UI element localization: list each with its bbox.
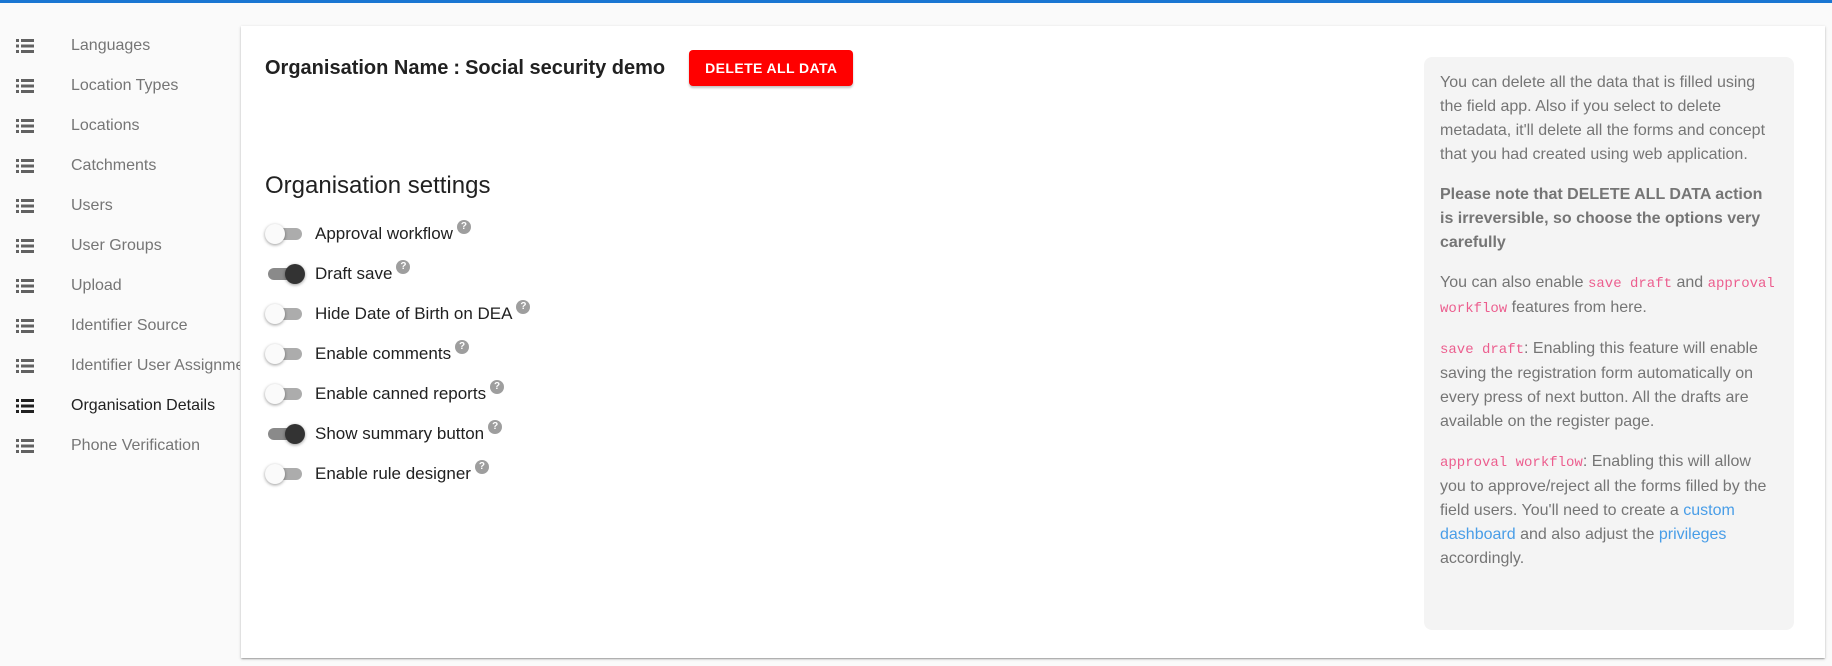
sidebar-item-label: Identifier User Assignment <box>71 357 240 374</box>
setting-approval-workflow: Approval workflow ? <box>265 214 530 254</box>
list-icon <box>16 359 34 373</box>
sidebar-item-label: Catchments <box>71 157 157 174</box>
help-circle-icon[interactable]: ? <box>490 380 505 394</box>
code-save-draft: save draft <box>1587 276 1672 292</box>
sidebar-item-label: Identifier Source <box>71 317 188 334</box>
setting-label: Enable comments <box>315 344 452 363</box>
help-panel: You can delete all the data that is fill… <box>1424 57 1794 630</box>
sidebar-item-location-types[interactable]: Location Types <box>0 66 240 106</box>
list-icon <box>16 439 34 453</box>
sidebar-item-languages[interactable]: Languages <box>0 26 240 66</box>
organisation-name-separator: : <box>453 56 461 79</box>
code-save-draft: save draft <box>1440 342 1525 358</box>
help-paragraph-warning: Please note that DELETE ALL DATA action … <box>1440 186 1763 251</box>
help-circle-icon[interactable]: ? <box>396 260 411 274</box>
setting-enable-rule-designer: Enable rule designer ? <box>265 454 530 494</box>
sidebar-item-label: Location Types <box>71 77 179 94</box>
help-circle-icon[interactable]: ? <box>488 420 503 434</box>
setting-hide-dob-on-dea: Hide Date of Birth on DEA ? <box>265 294 531 334</box>
list-icon <box>16 79 34 93</box>
approval-workflow-toggle[interactable] <box>265 221 305 247</box>
sidebar-item-identifier-source[interactable]: Identifier Source <box>0 306 240 346</box>
organisation-name-value: Social security demo <box>465 56 666 79</box>
show-summary-button-toggle[interactable] <box>265 421 305 447</box>
setting-label: Enable canned reports <box>315 384 487 403</box>
setting-label: Enable rule designer <box>315 464 471 483</box>
help-circle-icon[interactable]: ? <box>456 220 471 234</box>
hide-dob-toggle[interactable] <box>265 301 305 327</box>
sidebar-item-label: Phone Verification <box>71 437 200 454</box>
setting-label: Hide Date of Birth on DEA <box>315 304 513 323</box>
organisation-details-card: Organisation Name: Social security demo D… <box>241 26 1825 658</box>
enable-rule-designer-toggle[interactable] <box>265 461 305 487</box>
list-icon <box>16 239 34 253</box>
sidebar-item-label: Languages <box>71 37 151 54</box>
list-icon <box>16 279 34 293</box>
sidebar-item-locations[interactable]: Locations <box>0 106 240 146</box>
sidebar-item-label: Locations <box>71 117 140 134</box>
sidebar-item-label: Users <box>71 197 113 214</box>
help-text: and also adjust the <box>1515 526 1659 543</box>
list-icon <box>16 399 34 413</box>
sidebar-item-label: Upload <box>71 277 122 294</box>
organisation-name-title: Organisation Name: Social security demo <box>265 57 665 80</box>
sidebar-item-users[interactable]: Users <box>0 186 240 226</box>
enable-comments-toggle[interactable] <box>265 341 305 367</box>
code-approval-workflow: approval workflow <box>1440 455 1583 471</box>
setting-show-summary-button: Show summary button ? <box>265 414 530 454</box>
sidebar-item-user-groups[interactable]: User Groups <box>0 226 240 266</box>
settings-title: Organisation settings <box>265 172 491 199</box>
sidebar: Languages Location Types Locations Catch… <box>0 26 240 466</box>
help-circle-icon[interactable]: ? <box>516 300 531 314</box>
list-icon <box>16 159 34 173</box>
help-paragraph-features: You can also enable save draft and appro… <box>1440 271 1778 321</box>
organisation-name-label: Organisation Name <box>265 56 449 79</box>
help-text: features from here. <box>1507 299 1647 316</box>
setting-label: Draft save <box>315 264 393 283</box>
help-text: You can also enable <box>1440 274 1588 291</box>
organisation-header: Organisation Name: Social security demo D… <box>265 50 854 86</box>
list-icon <box>16 119 34 133</box>
help-text: accordingly. <box>1440 550 1525 567</box>
sidebar-item-label: Organisation Details <box>71 397 216 414</box>
list-icon <box>16 319 34 333</box>
draft-save-toggle[interactable] <box>265 261 305 287</box>
enable-canned-reports-toggle[interactable] <box>265 381 305 407</box>
sidebar-item-catchments[interactable]: Catchments <box>0 146 240 186</box>
privileges-link[interactable]: privileges <box>1659 526 1727 543</box>
setting-enable-comments: Enable comments ? <box>265 334 530 374</box>
help-circle-icon[interactable]: ? <box>474 460 489 474</box>
list-icon <box>16 39 34 53</box>
list-icon <box>16 199 34 213</box>
delete-all-data-button[interactable]: DELETE ALL DATA <box>689 50 854 86</box>
setting-label: Approval workflow <box>315 224 453 243</box>
sidebar-item-upload[interactable]: Upload <box>0 266 240 306</box>
settings-list: Approval workflow ? Draft save ? Hide Da… <box>265 214 531 494</box>
setting-label: Show summary button <box>315 424 485 443</box>
help-paragraph-delete: You can delete all the data that is fill… <box>1440 74 1766 163</box>
setting-enable-canned-reports: Enable canned reports ? <box>265 374 530 414</box>
top-accent-bar <box>0 0 1832 3</box>
sidebar-item-phone-verification[interactable]: Phone Verification <box>0 426 240 466</box>
help-text: and <box>1672 274 1708 291</box>
help-paragraph-approval-workflow: approval workflow: Enabling this will al… <box>1440 450 1778 571</box>
sidebar-item-label: User Groups <box>71 237 162 254</box>
sidebar-item-identifier-user-assignment[interactable]: Identifier User Assignment <box>0 346 240 386</box>
help-paragraph-save-draft: save draft: Enabling this feature will e… <box>1440 337 1778 434</box>
setting-draft-save: Draft save ? <box>265 254 530 294</box>
sidebar-item-organisation-details[interactable]: Organisation Details <box>0 386 240 426</box>
help-circle-icon[interactable]: ? <box>455 340 470 354</box>
